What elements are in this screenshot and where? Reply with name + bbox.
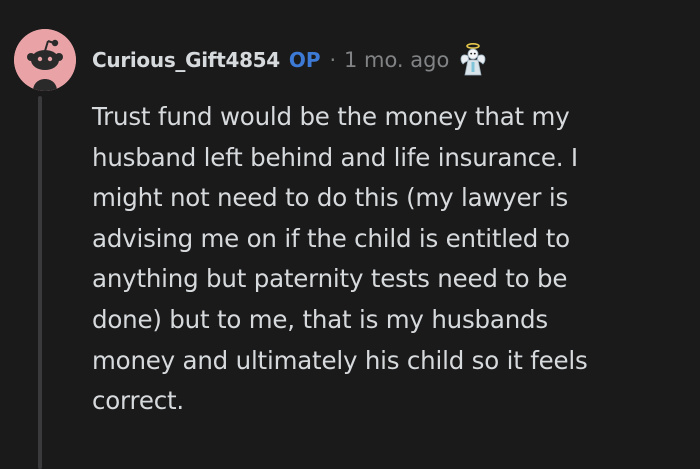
user-avatar[interactable] xyxy=(14,29,76,91)
comment: Curious_Gift4854 OP · 1 mo. ago Trust fu… xyxy=(0,0,700,469)
comment-body-line: might not need to do this (my lawyer is xyxy=(92,183,569,213)
comment-body: Trust fund would be the money that my hu… xyxy=(92,97,692,422)
op-badge: OP xyxy=(288,48,321,72)
comment-body-line: Trust fund would be the money that my xyxy=(92,102,570,131)
thread-collapse-line[interactable] xyxy=(38,96,42,469)
comment-timestamp[interactable]: 1 mo. ago xyxy=(344,48,449,72)
comment-body-line: anything but paternity tests need to be xyxy=(92,264,568,294)
angel-award-icon[interactable] xyxy=(459,42,487,78)
comment-body-line: done) but to me, that is my husbands xyxy=(92,304,548,334)
comment-body-line: husband left behind and life insurance. … xyxy=(92,142,578,172)
comment-body-line: money and ultimately his child so it fee… xyxy=(92,345,588,375)
reddit-snoo-avatar-icon xyxy=(14,29,76,91)
comment-body-line: advising me on if the child is entitled … xyxy=(92,223,570,253)
meta-separator: · xyxy=(329,48,336,72)
username-link[interactable]: Curious_Gift4854 xyxy=(92,48,280,72)
comment-header: Curious_Gift4854 OP · 1 mo. ago xyxy=(92,40,487,80)
comment-body-line: correct. xyxy=(92,386,184,416)
